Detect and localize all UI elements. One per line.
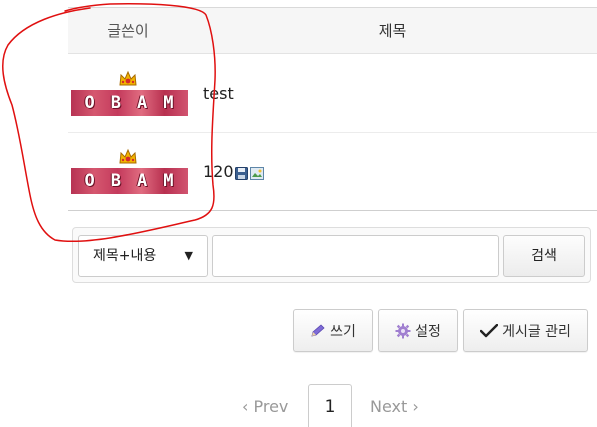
header-author: 글쓴이 bbox=[107, 22, 149, 40]
pagination: ‹ Prev 1 Next › bbox=[0, 384, 597, 427]
image-icon bbox=[250, 167, 264, 180]
settings-label: 설정 bbox=[415, 323, 441, 340]
table-row[interactable]: OBAM test bbox=[68, 55, 597, 133]
post-title-link[interactable]: 120 bbox=[203, 162, 234, 181]
search-input[interactable] bbox=[212, 235, 499, 277]
page-1-button[interactable]: 1 bbox=[308, 384, 352, 427]
gear-icon bbox=[395, 323, 411, 338]
check-icon bbox=[480, 323, 499, 337]
manage-label: 게시글 관리 bbox=[502, 323, 571, 340]
author-badge[interactable]: OBAM bbox=[70, 68, 188, 118]
header-title: 제목 bbox=[378, 22, 407, 40]
write-label: 쓰기 bbox=[330, 323, 356, 340]
settings-button[interactable]: 설정 bbox=[378, 309, 458, 352]
chevron-down-icon: ▼ bbox=[184, 249, 193, 262]
search-button[interactable]: 검색 bbox=[503, 235, 585, 277]
search-scope-select[interactable]: 제목+내용 ▼ bbox=[78, 235, 208, 277]
author-badge[interactable]: OBAM bbox=[70, 146, 188, 196]
obam-logo: OBAM bbox=[71, 168, 188, 194]
post-title-link[interactable]: test bbox=[203, 84, 234, 103]
table-row[interactable]: OBAM 120 bbox=[68, 133, 597, 211]
pencil-icon bbox=[311, 323, 325, 337]
obam-logo: OBAM bbox=[71, 90, 188, 116]
prev-page-link[interactable]: ‹ Prev bbox=[242, 397, 288, 416]
attachment-icons bbox=[235, 167, 264, 180]
manage-posts-button[interactable]: 게시글 관리 bbox=[463, 309, 588, 352]
next-page-link[interactable]: Next › bbox=[370, 397, 419, 416]
search-scope-value: 제목+내용 bbox=[93, 248, 157, 264]
crown-icon bbox=[119, 148, 137, 164]
save-icon bbox=[235, 167, 248, 180]
write-button[interactable]: 쓰기 bbox=[293, 309, 373, 352]
table-header: 글쓴이 제목 bbox=[68, 8, 597, 54]
search-bar: 제목+내용 ▼ 검색 bbox=[72, 227, 591, 283]
crown-icon bbox=[119, 70, 137, 86]
